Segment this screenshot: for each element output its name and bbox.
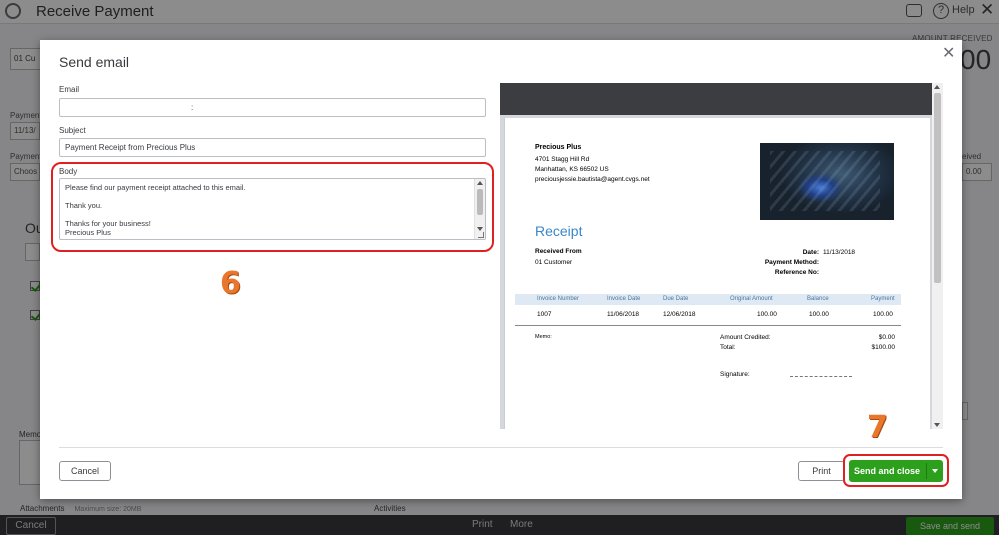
email-value: : <box>191 103 194 112</box>
received-from-label: Received From <box>535 248 582 255</box>
footer-divider <box>59 447 943 448</box>
email-input[interactable]: : <box>59 98 486 117</box>
col-due-date: Due Date <box>663 296 689 302</box>
cell-original-amount: 100.00 <box>757 311 777 318</box>
company-address-line1: 4701 Stagg Hill Rd <box>535 156 590 163</box>
body-highlight <box>51 162 494 252</box>
subject-label: Subject <box>59 126 86 135</box>
step-number-6: 6 <box>220 266 241 301</box>
receipt-table-header: Invoice Number Invoice Date Due Date Ori… <box>515 294 901 305</box>
cell-payment: 100.00 <box>873 311 893 318</box>
cell-invoice-date: 11/06/2018 <box>607 311 640 318</box>
col-original-amount: Original Amount <box>730 296 773 302</box>
col-payment: Payment <box>871 296 895 302</box>
cell-balance: 100.00 <box>809 311 829 318</box>
date-value: 11/13/2018 <box>823 249 856 256</box>
receipt-title: Receipt <box>535 223 583 239</box>
company-logo <box>760 143 894 220</box>
cell-due-date: 12/06/2018 <box>663 311 696 318</box>
amount-credited-value: $0.00 <box>878 334 895 341</box>
signature-label: Signature: <box>720 371 750 378</box>
total-label: Total: <box>720 344 736 351</box>
payment-method-label: Payment Method: <box>764 259 819 266</box>
date-label: Date: <box>802 249 819 256</box>
company-name: Precious Plus <box>535 144 582 151</box>
subject-input[interactable]: Payment Receipt from Precious Plus <box>59 138 486 157</box>
print-button[interactable]: Print <box>798 461 845 481</box>
amount-credited-label: Amount Credited: <box>720 334 771 341</box>
col-invoice-date: Invoice Date <box>607 296 641 302</box>
email-label: Email <box>59 85 80 94</box>
receipt-page: Precious Plus 4701 Stagg Hill Rd Manhatt… <box>504 118 930 429</box>
cell-invoice-number: 1007 <box>537 311 552 318</box>
total-value: $100.00 <box>871 344 896 351</box>
close-icon[interactable]: ✕ <box>942 43 955 63</box>
receipt-preview: Precious Plus 4701 Stagg Hill Rd Manhatt… <box>500 83 943 429</box>
received-from-customer: 01 Customer <box>535 259 573 266</box>
table-divider <box>515 325 901 326</box>
send-highlight <box>843 454 949 487</box>
preview-scrollbar[interactable] <box>932 83 943 429</box>
step-number-7: 7 <box>867 410 888 445</box>
col-invoice-number: Invoice Number <box>537 296 580 302</box>
scroll-up-arrow-icon[interactable] <box>934 85 940 89</box>
col-balance: Balance <box>807 296 829 302</box>
send-email-dialog: Send email ✕ Email : Subject Payment Rec… <box>40 40 962 499</box>
company-address-line2: Manhattan, KS 66502 US <box>535 166 609 173</box>
dialog-title: Send email <box>59 54 130 70</box>
scroll-down-arrow-icon[interactable] <box>934 423 940 427</box>
company-email: preciousjessie.bautista@agent.cvgs.net <box>535 176 650 183</box>
cancel-button[interactable]: Cancel <box>59 461 111 481</box>
preview-toolbar <box>500 83 943 115</box>
scroll-thumb[interactable] <box>934 93 941 283</box>
memo-label: Memo: <box>535 334 552 340</box>
reference-label: Reference No: <box>774 269 819 276</box>
signature-line <box>790 376 852 377</box>
